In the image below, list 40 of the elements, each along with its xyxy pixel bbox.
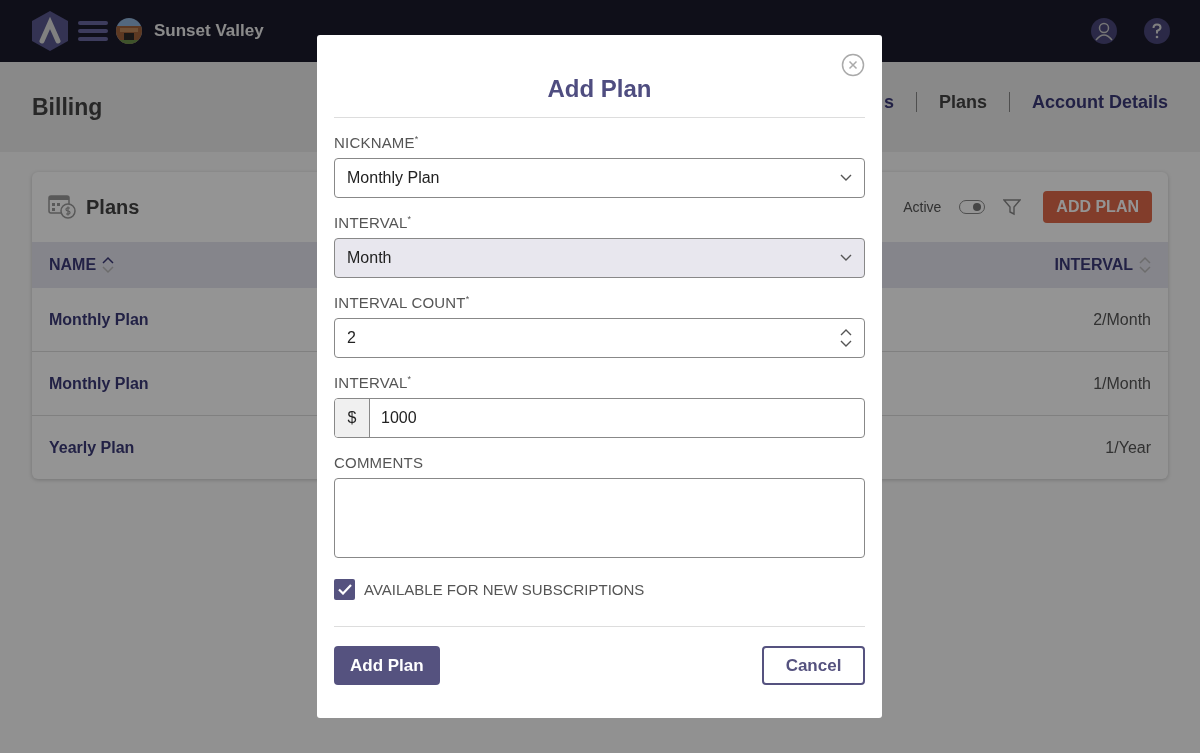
add-plan-button[interactable]: Add Plan <box>334 646 440 685</box>
number-field[interactable]: 2 <box>334 318 865 358</box>
chevron-down-icon <box>840 174 852 182</box>
plan-name-cell: Monthly Plan <box>49 374 149 393</box>
page-title: Billing <box>32 93 104 121</box>
modal-title: Add Plan <box>334 35 865 118</box>
field-label: INTERVAL COUNT$^{*}$ <box>334 294 471 311</box>
chevron-down-icon <box>840 254 852 262</box>
check-icon <box>337 584 352 595</box>
field-label: INTERVAL$^{*}$ <box>334 214 413 231</box>
card-title: Plans <box>86 195 140 219</box>
plan-name-cell: Yearly Plan <box>49 438 135 457</box>
help-icon[interactable] <box>1144 18 1170 44</box>
plan-name-cell: Monthly Plan <box>49 310 149 329</box>
nav-tab[interactable]: Account Details <box>1031 91 1168 113</box>
checkbox-label[interactable]: AVAILABLE FOR NEW SUBSCRIPTIONS <box>364 581 645 598</box>
menu-icon[interactable] <box>78 20 108 42</box>
cancel-button[interactable]: Cancel <box>762 646 865 685</box>
filter-icon[interactable] <box>1003 198 1022 216</box>
calendar-money-icon <box>48 194 76 220</box>
interval-cell: 2/Month <box>1093 310 1151 329</box>
sort-icon[interactable] <box>102 256 115 274</box>
organization-name[interactable]: Sunset Valley <box>154 21 264 41</box>
spinner-icon[interactable] <box>840 327 852 349</box>
interval-cell: 1/Year <box>1105 438 1151 457</box>
comments-field[interactable] <box>334 478 865 558</box>
column-header[interactable]: NAME <box>49 256 97 274</box>
close-icon[interactable] <box>841 53 865 77</box>
select-field[interactable]: Monthly Plan <box>334 158 865 198</box>
active-label: Active <box>903 199 942 215</box>
interval-cell: 1/Month <box>1093 374 1151 393</box>
field-label: INTERVAL$^{*}$ <box>334 374 413 391</box>
checkbox[interactable] <box>334 579 355 600</box>
nav-tab[interactable]: Plans <box>938 91 987 113</box>
column-header[interactable]: INTERVAL <box>1054 256 1133 274</box>
user-icon[interactable] <box>1090 17 1118 45</box>
field-label: NICKNAME$^{*}$ <box>334 134 420 151</box>
logo-icon <box>30 10 70 52</box>
nav-tab[interactable]: s <box>883 91 894 113</box>
field-label: COMMENTS <box>334 454 425 471</box>
